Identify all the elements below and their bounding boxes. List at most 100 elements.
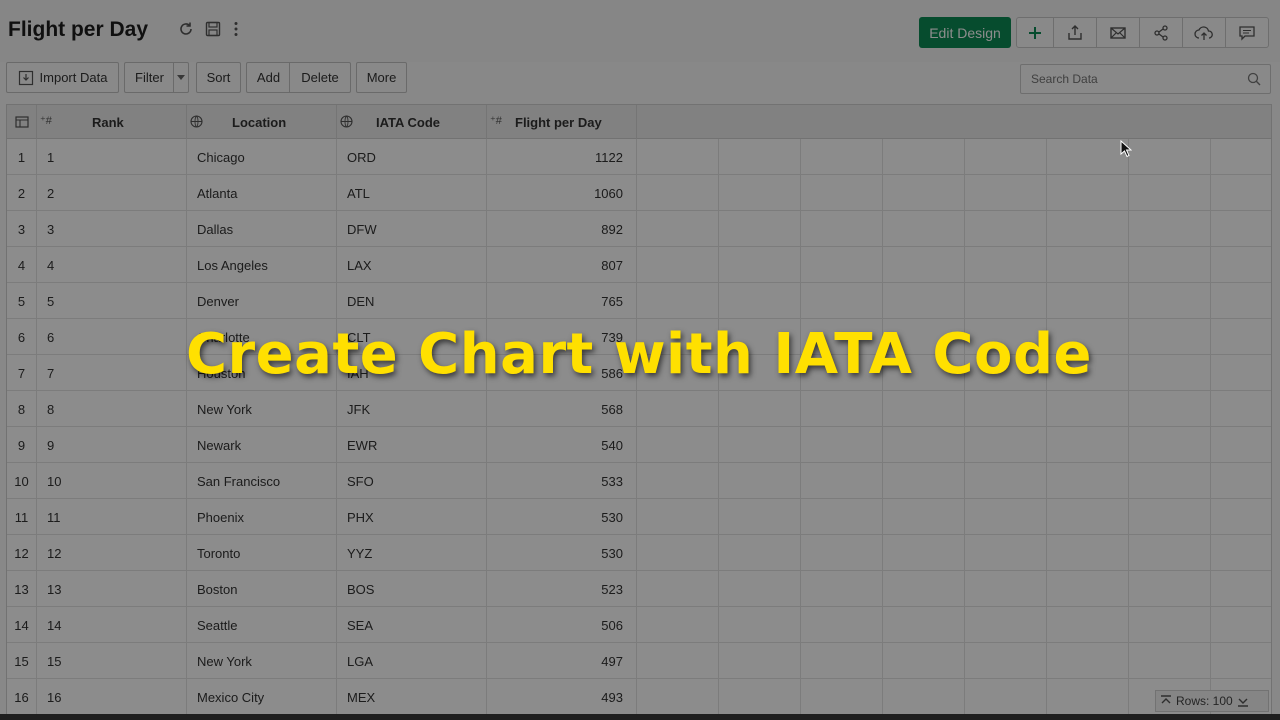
empty-cell[interactable]: [801, 319, 883, 355]
empty-cell[interactable]: [719, 499, 801, 535]
empty-cell[interactable]: [883, 571, 965, 607]
table-row[interactable]: 6 6 Charlotte CLT 739: [7, 319, 1271, 355]
location-cell[interactable]: Atlanta: [187, 175, 337, 211]
empty-cell[interactable]: [1211, 319, 1271, 355]
empty-cell[interactable]: [719, 571, 801, 607]
empty-cell[interactable]: [965, 283, 1047, 319]
iata-code-cell[interactable]: LGA: [337, 643, 487, 679]
location-cell[interactable]: Mexico City: [187, 679, 337, 715]
iata-code-cell[interactable]: DEN: [337, 283, 487, 319]
location-cell[interactable]: New York: [187, 391, 337, 427]
table-row[interactable]: 10 10 San Francisco SFO 533: [7, 463, 1271, 499]
add-button[interactable]: [1017, 18, 1053, 47]
empty-cell[interactable]: [1047, 283, 1129, 319]
empty-cell[interactable]: [719, 463, 801, 499]
empty-cell[interactable]: [1047, 427, 1129, 463]
empty-cell[interactable]: [719, 391, 801, 427]
scroll-top-icon[interactable]: [1160, 695, 1172, 707]
empty-cell[interactable]: [1129, 535, 1211, 571]
rank-cell[interactable]: 12: [37, 535, 187, 571]
table-row[interactable]: 4 4 Los Angeles LAX 807: [7, 247, 1271, 283]
table-row[interactable]: 16 16 Mexico City MEX 493: [7, 679, 1271, 715]
iata-code-cell[interactable]: BOS: [337, 571, 487, 607]
empty-cell[interactable]: [883, 391, 965, 427]
empty-cell[interactable]: [1047, 571, 1129, 607]
empty-cell[interactable]: [965, 643, 1047, 679]
empty-cell[interactable]: [965, 391, 1047, 427]
empty-cell[interactable]: [1211, 607, 1271, 643]
table-row[interactable]: 15 15 New York LGA 497: [7, 643, 1271, 679]
email-button[interactable]: [1096, 18, 1139, 47]
empty-cell[interactable]: [801, 607, 883, 643]
iata-code-cell[interactable]: PHX: [337, 499, 487, 535]
table-row[interactable]: 9 9 Newark EWR 540: [7, 427, 1271, 463]
more-button[interactable]: More: [356, 62, 407, 93]
export-button[interactable]: [1053, 18, 1096, 47]
empty-cell[interactable]: [883, 463, 965, 499]
empty-cell[interactable]: [1047, 139, 1129, 175]
publish-button[interactable]: [1182, 18, 1225, 47]
empty-cell[interactable]: [637, 643, 719, 679]
empty-cell[interactable]: [883, 355, 965, 391]
empty-cell[interactable]: [1129, 391, 1211, 427]
empty-cell[interactable]: [1129, 571, 1211, 607]
iata-code-cell[interactable]: CLT: [337, 319, 487, 355]
empty-cell[interactable]: [965, 319, 1047, 355]
rank-cell[interactable]: 3: [37, 211, 187, 247]
empty-cell[interactable]: [965, 355, 1047, 391]
empty-cell[interactable]: [637, 319, 719, 355]
table-row[interactable]: 5 5 Denver DEN 765: [7, 283, 1271, 319]
iata-code-cell[interactable]: JFK: [337, 391, 487, 427]
search-icon[interactable]: [1247, 72, 1261, 91]
flights-per-day-cell[interactable]: 1122: [487, 139, 637, 175]
flights-per-day-cell[interactable]: 739: [487, 319, 637, 355]
rank-cell[interactable]: 6: [37, 319, 187, 355]
location-cell[interactable]: Dallas: [187, 211, 337, 247]
empty-cell[interactable]: [965, 175, 1047, 211]
row-index-cell[interactable]: 6: [7, 319, 37, 355]
empty-cell[interactable]: [965, 463, 1047, 499]
iata-code-cell[interactable]: DFW: [337, 211, 487, 247]
edit-design-button[interactable]: Edit Design: [919, 17, 1011, 48]
flights-per-day-cell[interactable]: 523: [487, 571, 637, 607]
iata-code-cell[interactable]: SEA: [337, 607, 487, 643]
location-cell[interactable]: San Francisco: [187, 463, 337, 499]
empty-cell[interactable]: [883, 283, 965, 319]
empty-cell[interactable]: [801, 175, 883, 211]
empty-cell[interactable]: [801, 211, 883, 247]
rank-cell[interactable]: 2: [37, 175, 187, 211]
rank-cell[interactable]: 16: [37, 679, 187, 715]
empty-cell[interactable]: [1047, 175, 1129, 211]
iata-code-cell[interactable]: ORD: [337, 139, 487, 175]
flights-per-day-cell[interactable]: 586: [487, 355, 637, 391]
empty-cell[interactable]: [719, 607, 801, 643]
empty-cell[interactable]: [1211, 211, 1271, 247]
table-row[interactable]: 13 13 Boston BOS 523: [7, 571, 1271, 607]
row-index-cell[interactable]: 8: [7, 391, 37, 427]
iata-code-cell[interactable]: LAX: [337, 247, 487, 283]
empty-cell[interactable]: [637, 211, 719, 247]
flights-per-day-cell[interactable]: 506: [487, 607, 637, 643]
empty-cell[interactable]: [637, 175, 719, 211]
row-index-cell[interactable]: 4: [7, 247, 37, 283]
share-button[interactable]: [1139, 18, 1182, 47]
sort-button[interactable]: Sort: [196, 62, 241, 93]
location-cell[interactable]: Newark: [187, 427, 337, 463]
empty-cell[interactable]: [801, 463, 883, 499]
empty-cell[interactable]: [719, 679, 801, 715]
rank-cell[interactable]: 11: [37, 499, 187, 535]
comments-button[interactable]: [1225, 18, 1268, 47]
empty-cell[interactable]: [637, 283, 719, 319]
location-cell[interactable]: Denver: [187, 283, 337, 319]
empty-cell[interactable]: [965, 139, 1047, 175]
table-row[interactable]: 7 7 Houston IAH 586: [7, 355, 1271, 391]
empty-cell[interactable]: [1129, 283, 1211, 319]
empty-cell[interactable]: [637, 571, 719, 607]
row-index-cell[interactable]: 10: [7, 463, 37, 499]
empty-cell[interactable]: [1047, 679, 1129, 715]
rank-cell[interactable]: 10: [37, 463, 187, 499]
table-row[interactable]: 12 12 Toronto YYZ 530: [7, 535, 1271, 571]
empty-cell[interactable]: [637, 463, 719, 499]
iata-code-cell[interactable]: EWR: [337, 427, 487, 463]
empty-cell[interactable]: [1047, 355, 1129, 391]
